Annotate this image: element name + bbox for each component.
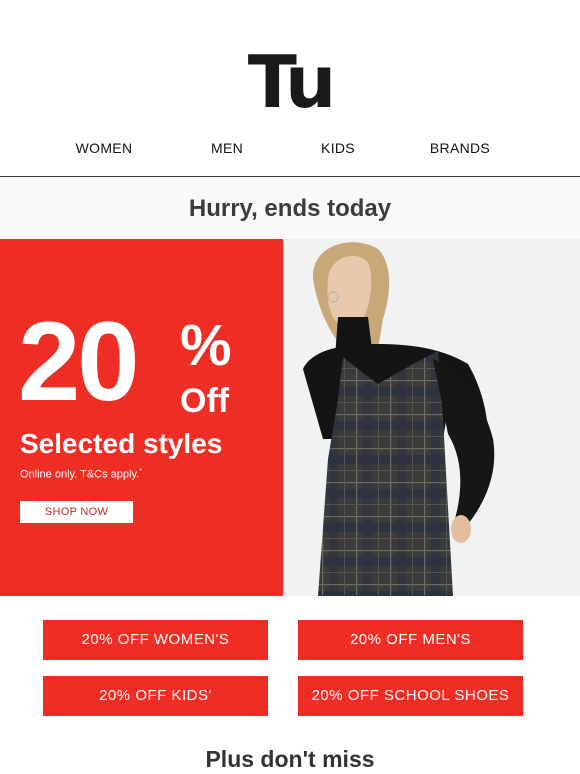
- nav-brands[interactable]: BRANDS: [430, 140, 490, 156]
- email-header: Tu WOMEN MEN KIDS BRANDS: [0, 0, 580, 177]
- offer-school-shoes-button[interactable]: 20% OFF SCHOOL SHOES: [298, 676, 523, 716]
- urgency-headline: Hurry, ends today: [188, 195, 392, 222]
- terms-note: Online only. T&Cs apply.*: [20, 465, 142, 482]
- nav-kids[interactable]: KIDS: [321, 140, 355, 156]
- offer-mens-button[interactable]: 20% OFF MEN'S: [298, 620, 523, 660]
- percent-sign: %: [180, 313, 232, 378]
- model-photo[interactable]: [283, 239, 580, 596]
- plus-dont-miss-heading: Plus don't miss: [205, 746, 375, 772]
- off-label: Off: [180, 382, 230, 420]
- model-illustration: [283, 239, 580, 596]
- nav-women[interactable]: WOMEN: [76, 140, 133, 156]
- hero-offer-panel[interactable]: 20 % Off Selected styles Online only. T&…: [0, 239, 283, 596]
- terms-text: Online only. T&Cs apply.: [20, 468, 140, 481]
- shop-now-button[interactable]: SHOP NOW: [20, 501, 133, 523]
- offer-womens-button[interactable]: 20% OFF WOMEN'S: [43, 620, 268, 660]
- discount-number: 20: [18, 299, 140, 424]
- nav-men[interactable]: MEN: [211, 140, 243, 156]
- offer-kids-button[interactable]: 20% OFF KIDS': [43, 676, 268, 716]
- urgency-banner: Hurry, ends today: [0, 177, 580, 239]
- hero-subtitle: Selected styles: [20, 428, 223, 459]
- tu-logo[interactable]: Tu: [0, 46, 580, 118]
- hero-promo[interactable]: 20 % Off Selected styles Online only. T&…: [0, 239, 580, 596]
- terms-asterisk: *: [139, 468, 142, 475]
- main-nav: WOMEN MEN KIDS BRANDS: [0, 140, 580, 158]
